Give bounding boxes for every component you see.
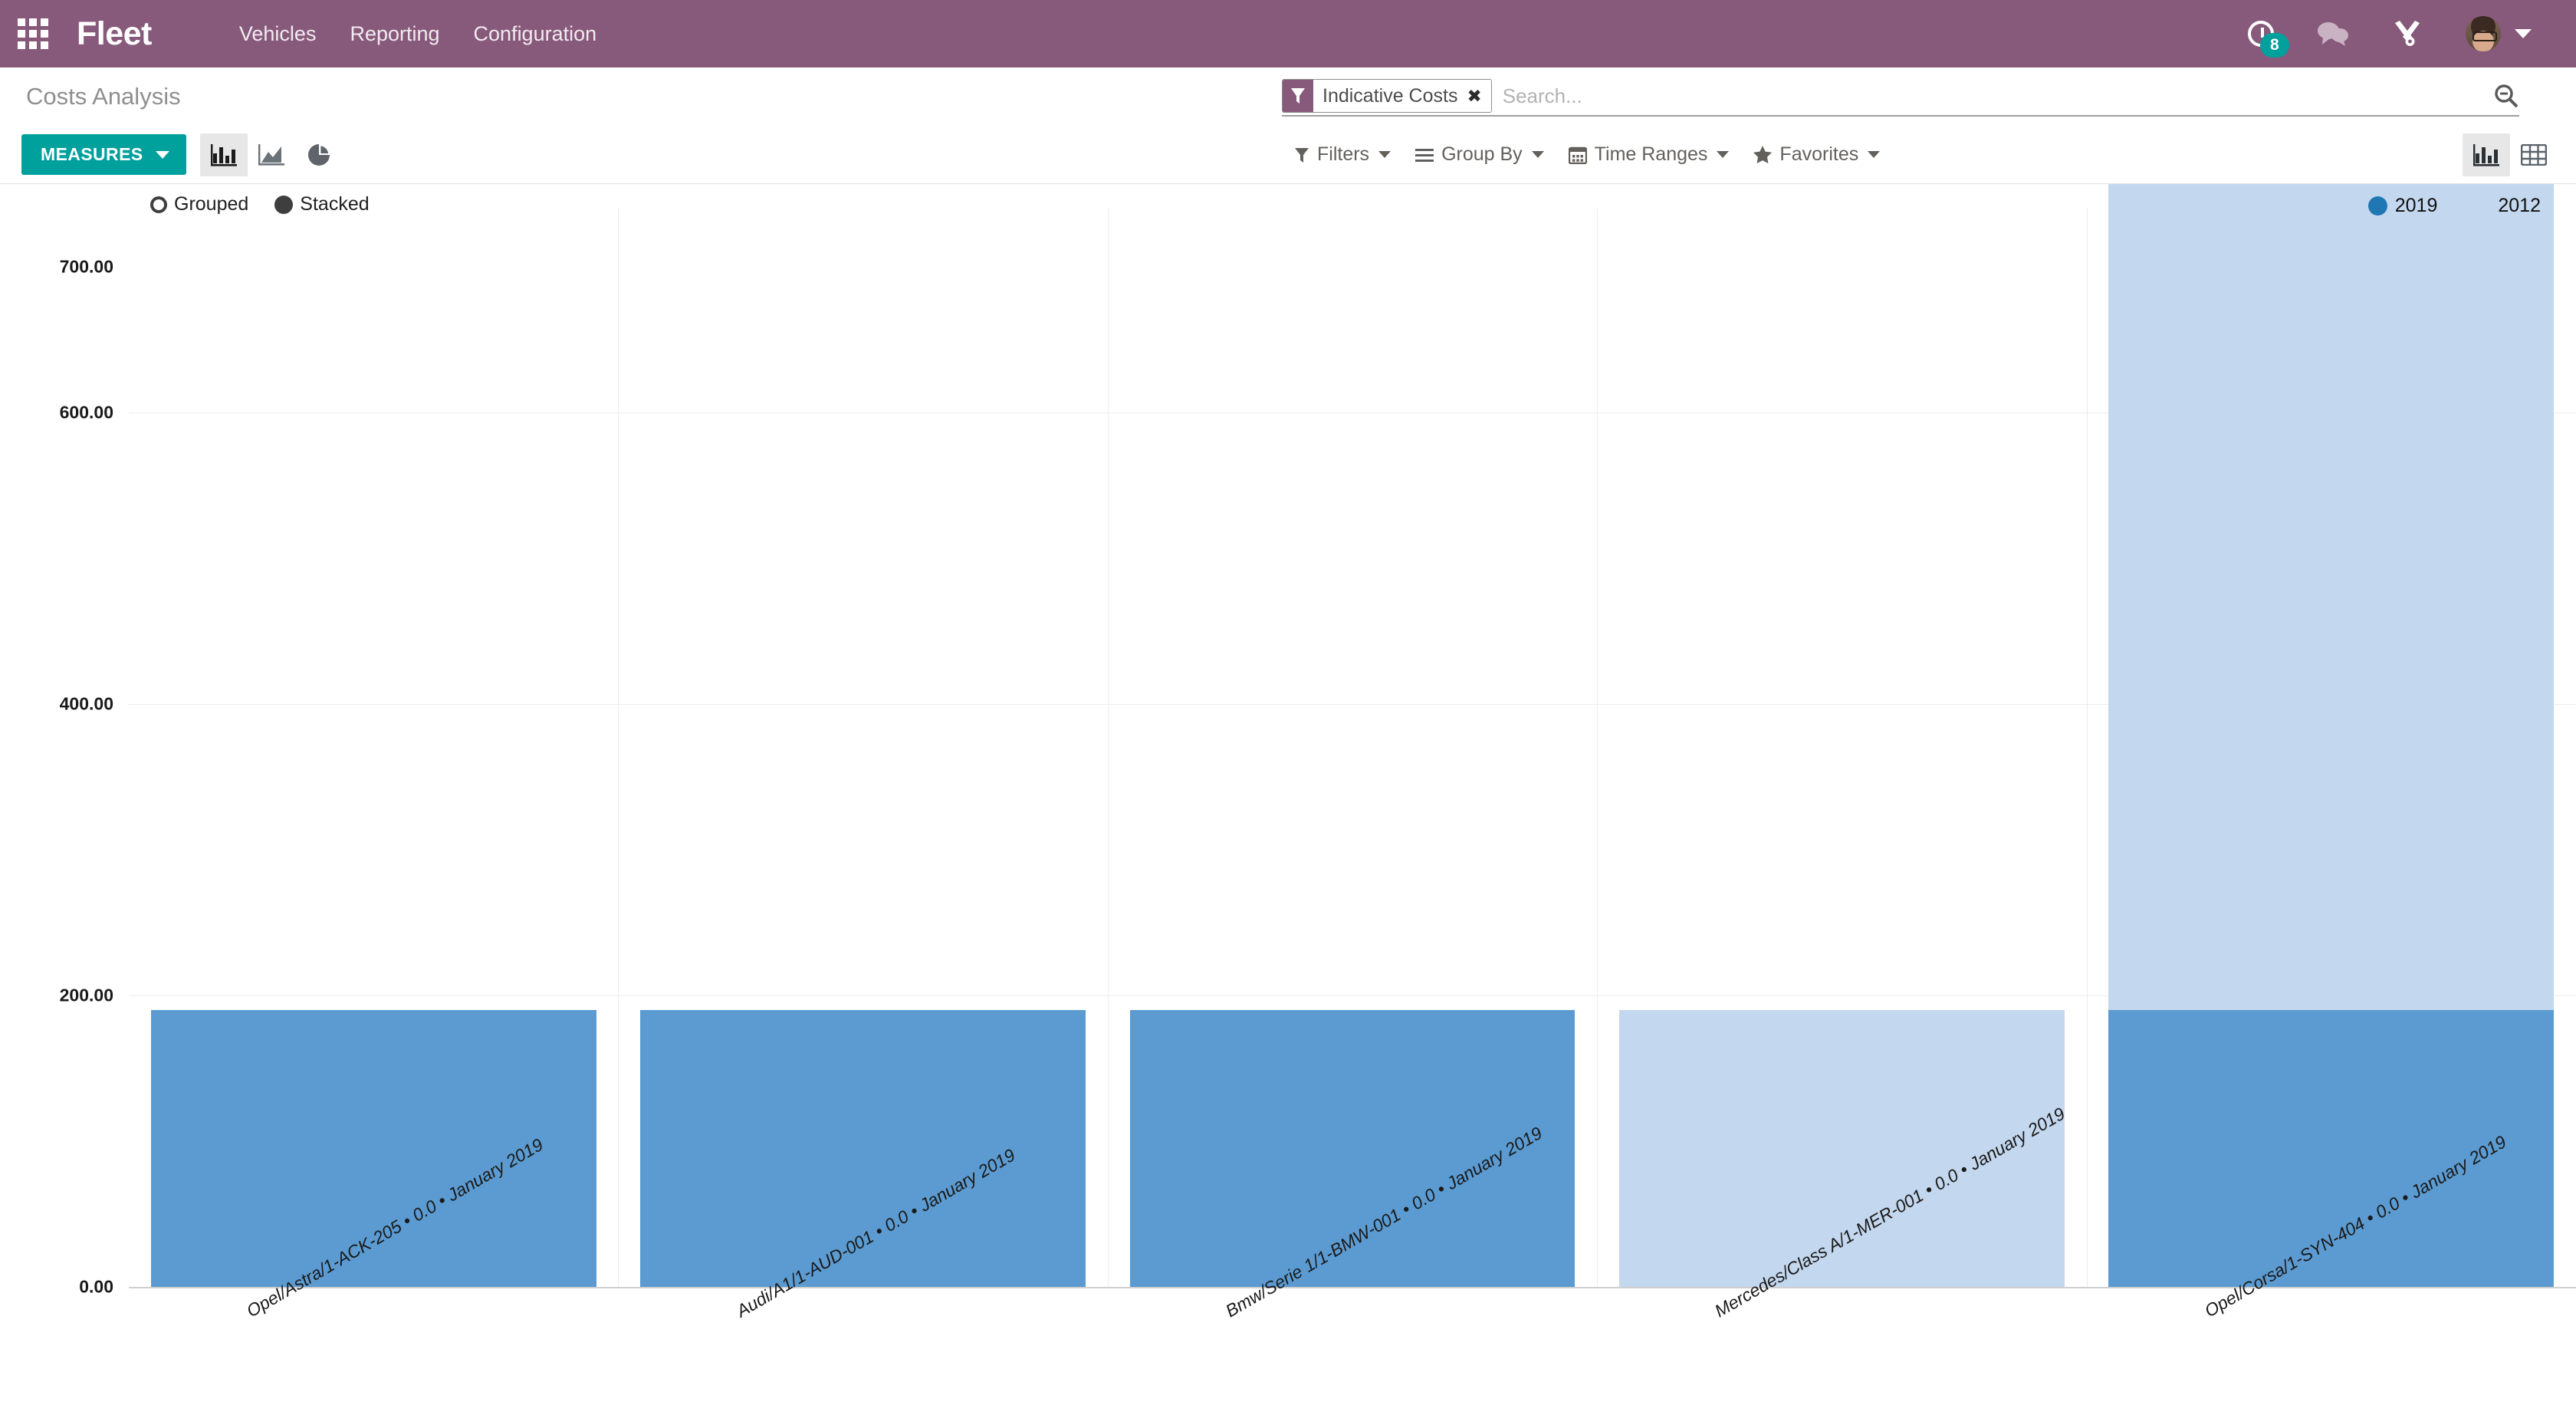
time-ranges-label: Time Ranges (1595, 143, 1708, 166)
mode-stacked-label: Stacked (300, 193, 369, 216)
group-by-label: Group By (1441, 143, 1523, 166)
user-menu[interactable] (2444, 16, 2553, 51)
mode-grouped-label: Grouped (174, 193, 248, 216)
filters-dropdown[interactable]: Filters (1282, 137, 1403, 172)
legend-color-swatch (2471, 196, 2490, 216)
chevron-down-icon (1868, 151, 1880, 158)
page-title: Costs Analysis (21, 83, 181, 110)
gridline-vertical (618, 209, 619, 1287)
chart-bar-segment[interactable] (2108, 184, 2554, 1010)
chevron-down-icon (156, 151, 169, 159)
y-axis-tick-label: 700.00 (0, 257, 113, 278)
y-axis-tick-label: 200.00 (0, 985, 113, 1006)
filter-icon (1283, 80, 1313, 112)
time-ranges-dropdown[interactable]: Time Ranges (1556, 137, 1742, 172)
chevron-down-icon (1717, 151, 1729, 158)
star-icon (1753, 146, 1772, 163)
stack-mode-toggle: Grouped Stacked (150, 193, 370, 216)
tools-icon (2392, 18, 2423, 49)
gridline-vertical (1108, 209, 1109, 1287)
calendar-icon (1569, 146, 1587, 164)
bar-chart-icon[interactable] (200, 133, 248, 176)
messaging-menu[interactable] (2295, 21, 2371, 47)
x-axis-baseline (129, 1287, 2576, 1288)
y-axis-tick-label: 0.00 (0, 1277, 113, 1298)
mode-option-grouped[interactable]: Grouped (150, 193, 248, 216)
search-input[interactable] (1492, 84, 2482, 108)
menu-item-vehicles[interactable]: Vehicles (222, 13, 334, 55)
favorites-dropdown[interactable]: Favorites (1741, 137, 1892, 172)
legend-label: 2012 (2498, 195, 2541, 217)
search-facet-indicative-costs[interactable]: Indicative Costs ✖ (1282, 79, 1492, 113)
menu-item-configuration[interactable]: Configuration (457, 13, 614, 55)
favorites-label: Favorites (1779, 143, 1858, 166)
y-axis-tick-label: 400.00 (0, 694, 113, 715)
line-chart-icon[interactable] (248, 133, 295, 176)
chart-legend: 2019 2012 (2368, 195, 2541, 217)
activity-count-badge: 8 (2260, 33, 2289, 58)
developer-tools-menu[interactable] (2371, 18, 2444, 49)
legend-item-2019[interactable]: 2019 (2368, 195, 2438, 217)
search-icon[interactable] (2482, 83, 2519, 109)
gridline-vertical (1597, 209, 1598, 1287)
chat-bubbles-icon (2317, 21, 2349, 47)
chevron-down-icon (1532, 151, 1544, 158)
chevron-down-icon (1378, 151, 1391, 158)
avatar (2466, 16, 2501, 51)
legend-item-2012[interactable]: 2012 (2471, 195, 2541, 217)
gridline-vertical (2087, 209, 2088, 1287)
control-panel-top: Costs Analysis Indicative Costs ✖ (0, 67, 2576, 126)
chart-type-switcher (200, 133, 343, 176)
search-bar: Indicative Costs ✖ (1282, 77, 2519, 117)
graph-view-icon[interactable] (2463, 133, 2510, 176)
navbar-right-tools: 8 (2226, 16, 2553, 51)
radio-selected-icon (274, 196, 293, 214)
measures-button[interactable]: MEASURES (21, 134, 186, 175)
y-axis-tick-label: 600.00 (0, 403, 113, 423)
radio-unselected-icon (150, 196, 167, 213)
control-panel-dropdowns: Filters Group By Time Range (1282, 137, 1892, 172)
measures-label: MEASURES (41, 144, 143, 165)
chevron-down-icon (2515, 29, 2532, 38)
legend-color-swatch (2368, 196, 2387, 216)
filters-label: Filters (1317, 143, 1369, 166)
filter-icon (1294, 146, 1309, 163)
graph-renderer: Grouped Stacked 2019 2012 0.00200.00400.… (0, 184, 2576, 1404)
facet-label: Indicative Costs (1313, 80, 1465, 112)
control-panel-bottom: MEASURES (0, 126, 2576, 184)
pie-chart-icon[interactable] (295, 133, 343, 176)
main-menu: Vehicles Reporting Configuration (222, 13, 613, 55)
group-by-dropdown[interactable]: Group By (1403, 137, 1556, 172)
mode-option-stacked[interactable]: Stacked (274, 193, 369, 216)
pivot-view-icon[interactable] (2510, 133, 2558, 176)
legend-label: 2019 (2395, 195, 2438, 217)
view-switcher (2463, 133, 2558, 176)
chart-plot-area[interactable]: 0.00200.00400.00600.00700.00Opel/Astra/1… (0, 184, 2576, 1404)
activity-menu[interactable]: 8 (2226, 21, 2295, 47)
apps-grid-icon[interactable] (15, 16, 51, 51)
list-icon (1415, 147, 1434, 163)
close-icon[interactable]: ✖ (1465, 80, 1490, 112)
app-brand-fleet[interactable]: Fleet (77, 15, 152, 53)
menu-item-reporting[interactable]: Reporting (333, 13, 456, 55)
top-navbar: Fleet Vehicles Reporting Configuration 8 (0, 0, 2576, 67)
